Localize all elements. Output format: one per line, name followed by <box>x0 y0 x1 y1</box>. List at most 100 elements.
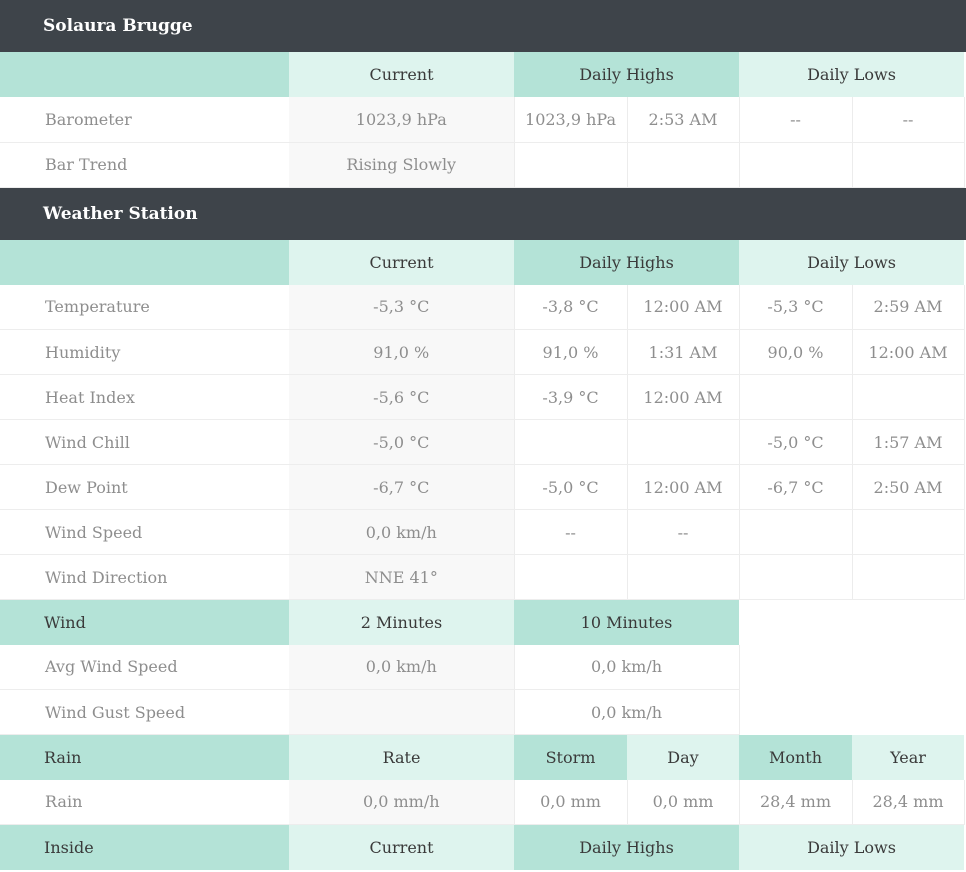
high-time: 1:31 AM <box>627 329 740 375</box>
header-daily-lows: Daily Lows <box>739 824 965 870</box>
barometer-table: Current Daily Highs Daily Lows Barometer… <box>0 52 965 188</box>
current-value: -5,3 °C <box>289 284 515 330</box>
current-value: 1023,9 hPa <box>289 97 515 143</box>
year-value: 28,4 mm <box>852 779 965 825</box>
blank-cell <box>739 644 965 690</box>
high-value: -3,9 °C <box>514 374 628 420</box>
blank-cell <box>739 689 965 735</box>
table-row: Temperature -5,3 °C -3,8 °C 12:00 AM -5,… <box>0 284 965 330</box>
header-blank <box>0 52 289 97</box>
table-row: Humidity 91,0 % 91,0 % 1:31 AM 90,0 % 12… <box>0 329 965 375</box>
day-value: 0,0 mm <box>627 779 740 825</box>
low-value: -6,7 °C <box>739 464 853 510</box>
row-label: Humidity <box>0 329 289 375</box>
header-daily-highs: Daily Highs <box>514 239 739 285</box>
high-time <box>627 419 740 465</box>
weather-header-row: Current Daily Highs Daily Lows <box>0 239 965 285</box>
header-current: Current <box>289 824 514 870</box>
header-10-minutes: 10 Minutes <box>514 599 739 645</box>
rate-value: 0,0 mm/h <box>289 779 515 825</box>
low-value: -5,0 °C <box>739 419 853 465</box>
rain-header-label: Rain <box>0 734 289 780</box>
current-value: -6,7 °C <box>289 464 515 510</box>
row-label: Dew Point <box>0 464 289 510</box>
low-time <box>852 509 965 555</box>
low-time: 2:50 AM <box>852 464 965 510</box>
header-blank <box>0 239 289 285</box>
table-row: Rain 0,0 mm/h 0,0 mm 0,0 mm 28,4 mm 28,4… <box>0 779 965 825</box>
row-label: Wind Direction <box>0 554 289 600</box>
inside-header-row: Inside Current Daily Highs Daily Lows <box>0 824 965 870</box>
two-min-value <box>289 689 515 735</box>
low-value: 90,0 % <box>739 329 853 375</box>
high-time: 2:53 AM <box>627 97 740 143</box>
barometer-header-row: Current Daily Highs Daily Lows <box>0 52 965 97</box>
row-label: Wind Chill <box>0 419 289 465</box>
low-value <box>739 554 853 600</box>
low-value: -- <box>739 97 853 143</box>
high-value: -3,8 °C <box>514 284 628 330</box>
table-row: Heat Index -5,6 °C -3,9 °C 12:00 AM <box>0 374 965 420</box>
station-title-bar: Solaura Brugge <box>0 0 966 52</box>
header-storm: Storm <box>514 734 627 780</box>
high-value: 1023,9 hPa <box>514 97 628 143</box>
table-row: Wind Direction NNE 41° <box>0 554 965 600</box>
low-time <box>852 142 965 188</box>
current-value: -5,0 °C <box>289 419 515 465</box>
header-2-minutes: 2 Minutes <box>289 599 514 645</box>
high-time: 12:00 AM <box>627 374 740 420</box>
wind-header-row: Wind 2 Minutes 10 Minutes <box>0 599 965 645</box>
high-time: 12:00 AM <box>627 284 740 330</box>
station-title: Solaura Brugge <box>43 16 193 36</box>
row-label: Rain <box>0 779 289 825</box>
table-row: Wind Gust Speed 0,0 km/h <box>0 689 965 735</box>
high-time <box>627 142 740 188</box>
high-value <box>514 142 628 188</box>
low-time <box>852 554 965 600</box>
high-value: -5,0 °C <box>514 464 628 510</box>
low-value <box>739 142 853 188</box>
high-value <box>514 419 628 465</box>
low-value <box>739 509 853 555</box>
low-time: 1:57 AM <box>852 419 965 465</box>
row-label: Bar Trend <box>0 142 289 188</box>
high-value <box>514 554 628 600</box>
current-value: -5,6 °C <box>289 374 515 420</box>
row-label: Wind Speed <box>0 509 289 555</box>
month-value: 28,4 mm <box>739 779 853 825</box>
header-current: Current <box>289 52 514 97</box>
table-row: Wind Chill -5,0 °C -5,0 °C 1:57 AM <box>0 419 965 465</box>
table-row: Barometer 1023,9 hPa 1023,9 hPa 2:53 AM … <box>0 97 965 143</box>
inside-header-label: Inside <box>0 824 289 870</box>
current-value: 91,0 % <box>289 329 515 375</box>
header-year: Year <box>852 734 965 780</box>
row-label: Avg Wind Speed <box>0 644 289 690</box>
storm-value: 0,0 mm <box>514 779 628 825</box>
low-time: 2:59 AM <box>852 284 965 330</box>
weather-station-table: Current Daily Highs Daily Lows Temperatu… <box>0 239 965 870</box>
high-value: -- <box>514 509 628 555</box>
row-label: Temperature <box>0 284 289 330</box>
low-time <box>852 374 965 420</box>
rain-header-row: Rain Rate Storm Day Month Year <box>0 734 965 780</box>
wind-header-label: Wind <box>0 599 289 645</box>
high-time <box>627 554 740 600</box>
low-value: -5,3 °C <box>739 284 853 330</box>
ten-min-value: 0,0 km/h <box>514 644 740 690</box>
low-time: -- <box>852 97 965 143</box>
current-value: 0,0 km/h <box>289 509 515 555</box>
table-row: Bar Trend Rising Slowly <box>0 142 965 188</box>
header-month: Month <box>739 734 852 780</box>
header-current: Current <box>289 239 514 285</box>
header-daily-lows: Daily Lows <box>739 239 965 285</box>
high-time: -- <box>627 509 740 555</box>
two-min-value: 0,0 km/h <box>289 644 515 690</box>
row-label: Wind Gust Speed <box>0 689 289 735</box>
table-row: Wind Speed 0,0 km/h -- -- <box>0 509 965 555</box>
header-blank <box>739 599 965 645</box>
low-value <box>739 374 853 420</box>
weather-station-title-bar: Weather Station <box>0 187 966 240</box>
high-value: 91,0 % <box>514 329 628 375</box>
table-row: Dew Point -6,7 °C -5,0 °C 12:00 AM -6,7 … <box>0 464 965 510</box>
current-value: NNE 41° <box>289 554 515 600</box>
